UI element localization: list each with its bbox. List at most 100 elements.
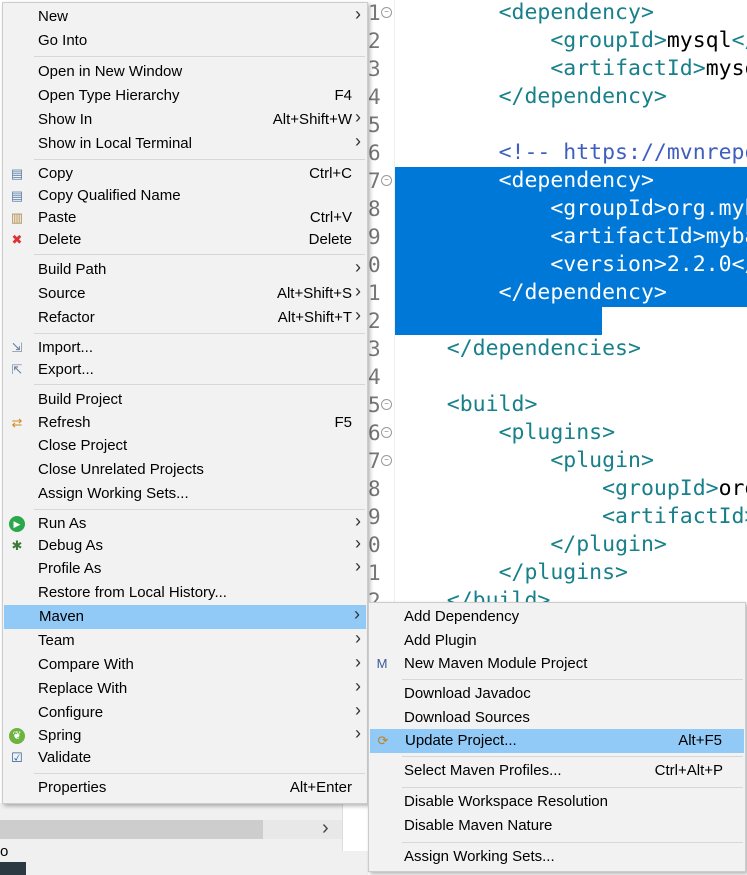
menu-item-open-in-new-window[interactable]: Open in New Window: [3, 60, 367, 84]
menu-item-label: Add Dependency: [404, 608, 520, 625]
menu-item-copy-qualified-name[interactable]: ▤ Copy Qualified Name: [3, 184, 367, 208]
menu-item-assign-working-sets[interactable]: Assign Working Sets...: [3, 482, 367, 506]
menu-item-disable-maven-nature[interactable]: Disable Maven Nature: [369, 814, 745, 838]
submenu-arrow-icon: ›: [355, 281, 361, 301]
submenu-arrow-icon: ›: [355, 723, 361, 743]
scroll-right-arrow[interactable]: ›: [322, 817, 329, 840]
code-line: </plugin>: [550, 532, 667, 557]
code-line: <build>: [446, 392, 538, 417]
fold-toggle-icon[interactable]: −: [381, 427, 392, 438]
menu-item-assign-working-sets[interactable]: Assign Working Sets...: [369, 845, 745, 869]
menu-item-build-path[interactable]: Build Path ›: [3, 257, 367, 282]
menu-item-refactor[interactable]: Refactor Alt+Shift+T ›: [3, 305, 367, 330]
horizontal-scrollbar[interactable]: ›: [0, 817, 342, 840]
menu-item-select-maven-profiles[interactable]: Select Maven Profiles... Ctrl+Alt+P: [369, 759, 745, 783]
menu-item-shortcut: Alt+F5: [678, 732, 722, 749]
submenu-arrow-icon: ›: [355, 700, 361, 720]
fold-toggle-icon[interactable]: −: [381, 455, 392, 466]
menu-item-spring[interactable]: ❦ Spring ›: [3, 723, 367, 748]
menu-item-delete[interactable]: ✖ Delete Delete: [3, 228, 367, 252]
menu-item-label: Close Project: [38, 437, 128, 454]
menu-item-import[interactable]: ⇲ Import...: [3, 336, 367, 360]
menu-item-validate[interactable]: ☑ Validate: [3, 746, 367, 770]
menu-item-team[interactable]: Team ›: [3, 628, 367, 653]
submenu-arrow-icon: ›: [355, 107, 361, 127]
menu-item-add-plugin[interactable]: Add Plugin: [369, 629, 745, 653]
menu-item-label: New Maven Module Project: [404, 655, 588, 672]
line-number: 1: [368, 561, 381, 585]
status-text: o: [0, 843, 9, 860]
menu-item-show-in[interactable]: Show In Alt+Shift+W ›: [3, 107, 367, 132]
menu-separator: [402, 679, 743, 680]
code-line: </dependencies>: [446, 336, 641, 361]
submenu-arrow-icon: ›: [355, 533, 361, 553]
menu-item-label: Profile As: [38, 560, 102, 577]
menu-item-open-type-hierarchy[interactable]: Open Type Hierarchy F4: [3, 84, 367, 108]
submenu-arrow-icon: ›: [354, 604, 360, 624]
paste-icon: ▥: [10, 210, 24, 225]
code-line: <!-- https://mvnrepository: [498, 140, 747, 165]
menu-item-label: Refactor: [38, 309, 95, 326]
fold-toggle-icon[interactable]: −: [381, 7, 392, 18]
import-icon: ⇲: [11, 340, 23, 355]
menu-item-restore-from-local-history[interactable]: Restore from Local History...: [3, 581, 367, 605]
menu-item-label: Paste: [38, 209, 77, 226]
menu-item-build-project[interactable]: Build Project: [3, 388, 367, 412]
spring-icon: ❦: [9, 728, 25, 744]
menu-item-label: Team: [38, 632, 75, 649]
menu-item-update-project[interactable]: ⟳ Update Project... Alt+F5: [370, 729, 744, 753]
menu-item-copy[interactable]: ▤ Copy Ctrl+C: [3, 162, 367, 186]
menu-item-shortcut: Alt+Enter: [289, 779, 352, 796]
menu-item-label: Go Into: [38, 32, 88, 49]
menu-item-paste[interactable]: ▥ Paste Ctrl+V: [3, 206, 367, 230]
menu-item-replace-with[interactable]: Replace With ›: [3, 676, 367, 701]
menu-item-go-into[interactable]: Go Into: [3, 29, 367, 53]
menu-item-compare-with[interactable]: Compare With ›: [3, 652, 367, 677]
xml-editor[interactable]: 1−2 3 4 5 6 7−8 9 0 1 2 3 4 5−6−7−8 9 0 1 2 <dependency>…: [362, 0, 747, 610]
menu-item-refresh[interactable]: ⇄ Refresh F5: [3, 411, 367, 435]
code-line: </dependency>: [498, 84, 667, 109]
maven-submenu: Add Dependency Add Plugin M New Maven Modul…: [368, 602, 746, 872]
menu-item-configure[interactable]: Configure ›: [3, 700, 367, 725]
submenu-arrow-icon: ›: [355, 676, 361, 696]
copy-icon: ▤: [10, 166, 24, 181]
submenu-arrow-icon: ›: [355, 305, 361, 325]
menu-item-label: Validate: [38, 749, 92, 766]
menu-item-source[interactable]: Source Alt+Shift+S ›: [3, 281, 367, 306]
scrollbar-thumb[interactable]: [0, 820, 263, 839]
panel-edge: [342, 803, 369, 851]
menu-separator: [34, 384, 365, 385]
menu-item-shortcut: Alt+Shift+S: [276, 285, 352, 302]
menu-item-label: Compare With: [38, 656, 134, 673]
menu-item-export[interactable]: ⇱ Export...: [3, 358, 367, 382]
export-icon: ⇱: [11, 362, 23, 377]
menu-item-profile-as[interactable]: Profile As ›: [3, 556, 367, 581]
menu-item-close-project[interactable]: Close Project: [3, 434, 367, 458]
menu-item-shortcut: Ctrl+C: [309, 165, 352, 182]
menu-separator: [402, 787, 743, 788]
menu-item-debug-as[interactable]: ✱ Debug As ›: [3, 533, 367, 558]
menu-item-maven[interactable]: Maven ›: [4, 604, 366, 629]
code-line: <dependency>: [498, 0, 654, 25]
menu-item-disable-workspace-resolution[interactable]: Disable Workspace Resolution: [369, 790, 745, 814]
menu-item-download-sources[interactable]: Download Sources: [369, 706, 745, 730]
submenu-arrow-icon: ›: [355, 4, 361, 24]
menu-item-run-as[interactable]: ▶ Run As ›: [3, 511, 367, 536]
menu-item-properties[interactable]: Properties Alt+Enter: [3, 776, 367, 800]
code-line: <groupId>org.mybatis: [550, 196, 747, 221]
menu-item-close-unrelated-projects[interactable]: Close Unrelated Projects: [3, 458, 367, 482]
menu-item-show-in-local-terminal[interactable]: Show in Local Terminal ›: [3, 131, 367, 156]
fold-toggle-icon[interactable]: −: [381, 399, 392, 410]
line-number: 1: [368, 281, 381, 305]
menu-item-new-maven-module-project[interactable]: M New Maven Module Project: [369, 652, 745, 676]
menu-item-download-javadoc[interactable]: Download Javadoc: [369, 682, 745, 706]
menu-item-label: Replace With: [38, 680, 128, 697]
menu-item-new[interactable]: New ›: [3, 4, 367, 29]
submenu-arrow-icon: ›: [355, 131, 361, 151]
text-selection: [395, 307, 602, 335]
menu-item-label: Download Javadoc: [404, 685, 531, 702]
menu-item-label: Open Type Hierarchy: [38, 87, 180, 104]
line-number: 2: [368, 309, 381, 333]
fold-toggle-icon[interactable]: −: [381, 175, 392, 186]
menu-item-add-dependency[interactable]: Add Dependency: [369, 605, 745, 629]
